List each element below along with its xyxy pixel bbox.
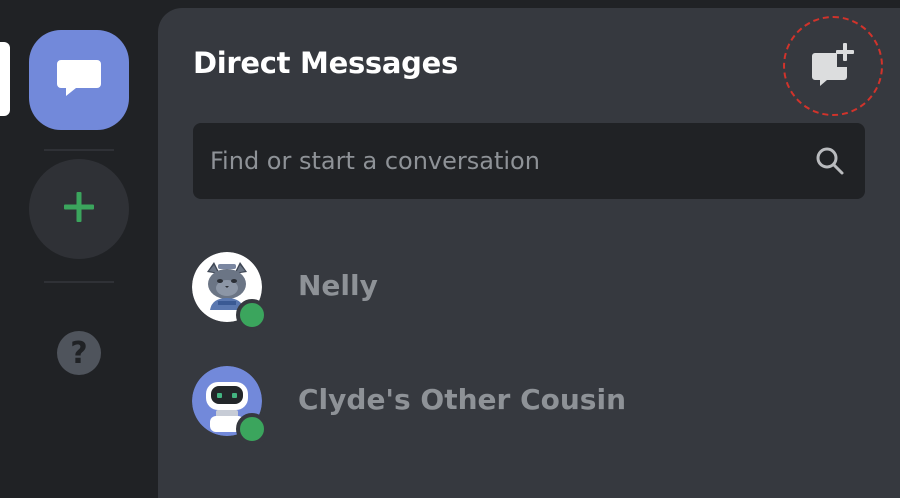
rail-separator — [44, 149, 114, 151]
new-dm-button[interactable] — [783, 16, 883, 116]
selected-indicator — [0, 42, 10, 116]
plus-icon — [62, 190, 96, 228]
dm-item[interactable]: Nelly — [192, 242, 872, 334]
new-message-icon — [809, 41, 857, 91]
page-title: Direct Messages — [193, 46, 458, 80]
dm-panel: Direct Messages Find or start a conversa… — [158, 8, 900, 498]
server-rail: ? — [0, 0, 158, 498]
question-mark-icon: ? — [70, 335, 88, 371]
help-button[interactable]: ? — [57, 331, 101, 375]
search-input[interactable] — [210, 123, 800, 199]
search-bar — [193, 123, 865, 199]
home-button[interactable] — [29, 30, 129, 130]
dm-item[interactable]: Clyde's Other Cousin — [192, 356, 872, 448]
rail-separator — [44, 281, 114, 283]
chat-bubble-icon — [56, 58, 102, 102]
online-status-dot — [236, 299, 268, 331]
search-icon[interactable] — [815, 146, 845, 176]
online-status-dot — [236, 413, 268, 445]
discord-app: ? Direct Messages Find or start a conver… — [0, 0, 900, 498]
dm-name: Nelly — [298, 269, 378, 302]
dm-name: Clyde's Other Cousin — [298, 383, 627, 416]
add-server-button[interactable] — [29, 159, 129, 259]
